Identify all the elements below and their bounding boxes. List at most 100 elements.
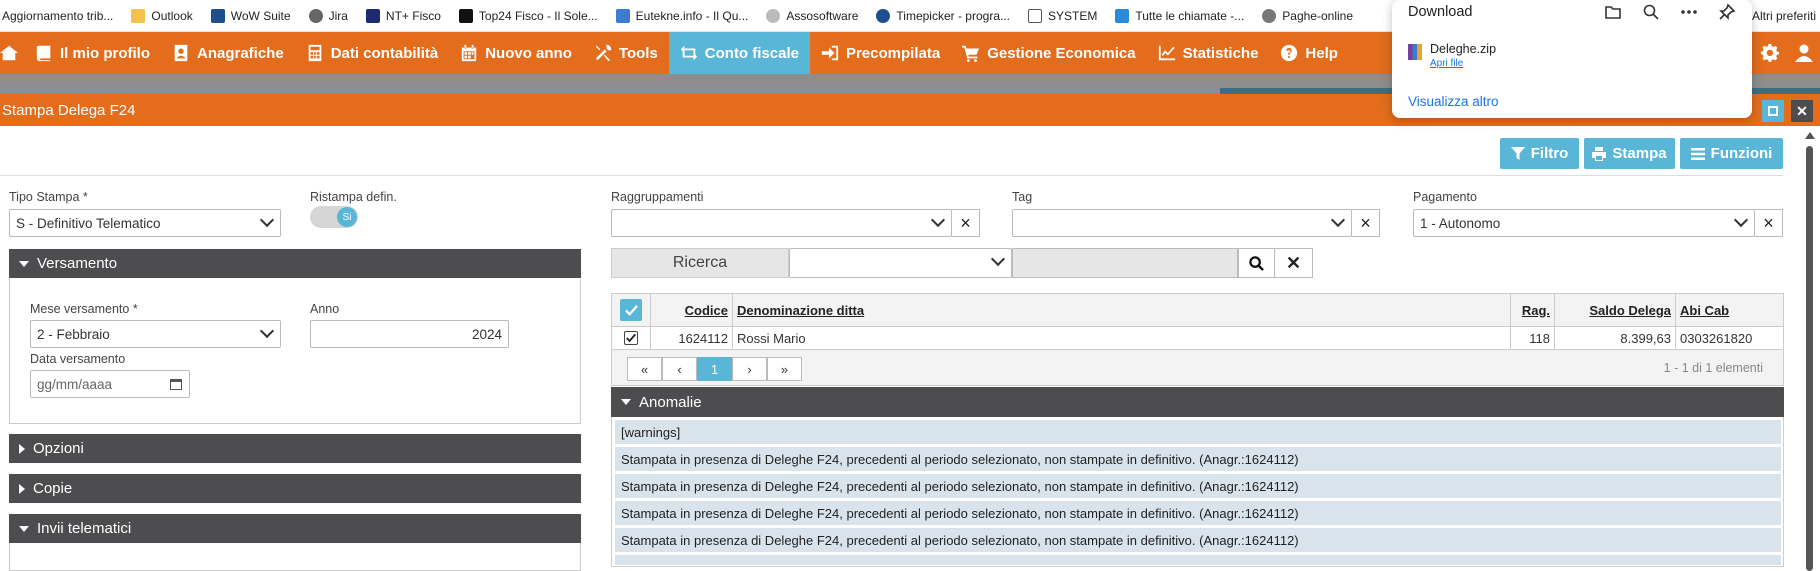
invii-telematici-section-header[interactable]: Invii telematici <box>9 514 581 543</box>
nav-il-mio-profilo[interactable]: Il mio profilo <box>24 32 161 74</box>
calendar-icon[interactable] <box>170 379 182 390</box>
bookmark-10[interactable]: Tutte le chiamate -... <box>1106 0 1253 31</box>
bookmark-5[interactable]: Top24 Fisco - Il Sole... <box>450 0 607 31</box>
user-icon[interactable] <box>1794 43 1814 63</box>
download-item[interactable]: Deleghe.zip Apri file <box>1408 42 1496 69</box>
nav-gestione-economica[interactable]: Gestione Economica <box>951 32 1146 74</box>
bookmark-9[interactable]: SYSTEM <box>1019 0 1106 31</box>
check-icon <box>624 304 638 316</box>
chevron-down-icon <box>1733 212 1749 228</box>
header-rag[interactable]: Rag. <box>1511 294 1555 326</box>
copie-section-header[interactable]: Copie <box>9 474 581 503</box>
book-icon <box>36 45 51 62</box>
bookmark-2[interactable]: WoW Suite <box>202 0 300 31</box>
nav-anagrafiche[interactable]: Anagrafiche <box>161 32 295 74</box>
stampa-button[interactable]: Stampa <box>1584 138 1675 169</box>
bookmark-7[interactable]: Assosoftware <box>757 0 867 31</box>
ricerca-clear-button[interactable]: ✕ <box>1275 248 1313 278</box>
calculator-icon <box>308 44 322 62</box>
pager-last-button[interactable]: » <box>767 357 802 381</box>
ricerca-input[interactable] <box>1012 248 1238 278</box>
nav-precompilata[interactable]: Precompilata <box>810 32 951 74</box>
eutekne-icon <box>615 8 630 23</box>
scroll-up-icon[interactable] <box>1805 132 1815 139</box>
gear-icon[interactable] <box>1760 43 1780 63</box>
nav-help[interactable]: Help <box>1269 32 1349 74</box>
list-item: [warnings] <box>615 420 1781 444</box>
maximize-button[interactable] <box>1762 100 1784 122</box>
row-checkbox-cell <box>612 327 651 349</box>
anomalie-section-header[interactable]: Anomalie <box>611 387 1784 417</box>
pager-prev-button[interactable]: ‹ <box>662 357 697 381</box>
cell-abi-cab: 0303261820 <box>1680 330 1753 346</box>
caret-down-icon <box>621 399 631 405</box>
scrollbar-thumb[interactable] <box>1806 146 1813 571</box>
sign-in-icon <box>821 45 839 61</box>
ricerca-search-button[interactable] <box>1238 248 1275 278</box>
versamento-section-header[interactable]: Versamento <box>9 249 581 278</box>
menu-icon <box>1690 147 1705 160</box>
ristampa-label: Ristampa defin. <box>310 190 397 204</box>
tipo-stampa-label: Tipo Stampa * <box>9 190 88 204</box>
search-icon[interactable] <box>1642 3 1660 21</box>
open-file-link[interactable]: Apri file <box>1430 58 1496 69</box>
table-row[interactable]: 1624112 Rossi Mario 118 8.399,63 0303261… <box>611 327 1784 350</box>
bookmark-11[interactable]: Paghe-online <box>1253 0 1362 31</box>
exchange-icon <box>680 45 697 61</box>
home-icon <box>0 45 18 61</box>
raggruppamenti-select[interactable] <box>611 209 952 237</box>
close-icon: × <box>1360 212 1371 233</box>
bookmark-8[interactable]: Timepicker - progra... <box>867 0 1019 31</box>
pager-page-1[interactable]: 1 <box>697 357 732 381</box>
pagamento-select[interactable]: 1 - Autonomo <box>1413 209 1755 237</box>
nav-right-tools <box>1760 32 1820 74</box>
bookmark-4[interactable]: NT+ Fisco <box>357 0 450 31</box>
folder-icon[interactable] <box>1604 3 1622 21</box>
print-icon <box>1592 146 1607 161</box>
header-codice[interactable]: Codice <box>651 294 733 326</box>
chevron-down-icon <box>259 323 275 339</box>
nav-conto-fiscale[interactable]: Conto fiscale <box>668 32 810 74</box>
download-popup: Download Deleghe.zip Apri file Visualizz… <box>1392 0 1752 118</box>
pager-first-button[interactable]: « <box>627 357 662 381</box>
nav-dati-contabilita[interactable]: Dati contabilità <box>295 32 450 74</box>
pin-icon[interactable] <box>1718 3 1736 21</box>
bookmark-3[interactable]: Jira <box>300 0 357 31</box>
select-all-checkbox[interactable] <box>620 299 642 321</box>
header-abi-cab[interactable]: Abi Cab <box>1676 294 1783 326</box>
close-button[interactable]: ✕ <box>1791 100 1813 122</box>
doc-icon <box>1028 8 1042 23</box>
show-more-link[interactable]: Visualizza altro <box>1408 94 1499 109</box>
cell-codice: 1624112 <box>651 327 733 349</box>
nav-nuovo-anno[interactable]: Nuovo anno <box>449 32 583 74</box>
ristampa-toggle[interactable]: Si <box>310 206 358 228</box>
mese-versamento-select[interactable]: 2 - Febbraio <box>30 320 281 348</box>
tipo-stampa-select[interactable]: S - Definitivo Telematico <box>9 209 281 237</box>
data-versamento-input[interactable]: gg/mm/aaaa <box>30 370 190 398</box>
nav-home[interactable] <box>0 32 24 74</box>
nav-statistiche[interactable]: Statistiche <box>1147 32 1270 74</box>
nav-tools[interactable]: Tools <box>583 32 669 74</box>
anno-input[interactable]: 2024 <box>310 320 509 348</box>
raggruppamenti-clear-button[interactable]: × <box>952 209 980 237</box>
header-denominazione[interactable]: Denominazione ditta <box>733 294 1511 326</box>
filtro-button[interactable]: Filtro <box>1500 138 1579 169</box>
cell-saldo-delega: 8.399,63 <box>1555 327 1676 349</box>
bookmark-0[interactable]: Aggiornamento trib... <box>0 0 122 31</box>
tag-select[interactable] <box>1012 209 1352 237</box>
opzioni-section-header[interactable]: Opzioni <box>9 434 581 463</box>
tag-clear-button[interactable]: × <box>1352 209 1380 237</box>
close-icon: × <box>960 212 971 233</box>
more-icon[interactable] <box>1680 3 1698 21</box>
page-scrollbar[interactable] <box>1800 130 1820 571</box>
ricerca-field-select[interactable] <box>789 248 1012 278</box>
row-checkbox[interactable] <box>624 331 638 345</box>
header-saldo-delega[interactable]: Saldo Delega <box>1555 294 1676 326</box>
caret-right-icon <box>19 483 25 494</box>
bookmark-6[interactable]: Eutekne.info - Il Qu... <box>607 0 758 31</box>
bookmark-1[interactable]: Outlook <box>122 0 201 31</box>
pagamento-clear-button[interactable]: × <box>1755 209 1783 237</box>
pager-next-button[interactable]: › <box>732 357 767 381</box>
funzioni-button[interactable]: Funzioni <box>1680 138 1783 169</box>
bookmark-more[interactable]: Altri preferiti <box>1752 0 1816 31</box>
